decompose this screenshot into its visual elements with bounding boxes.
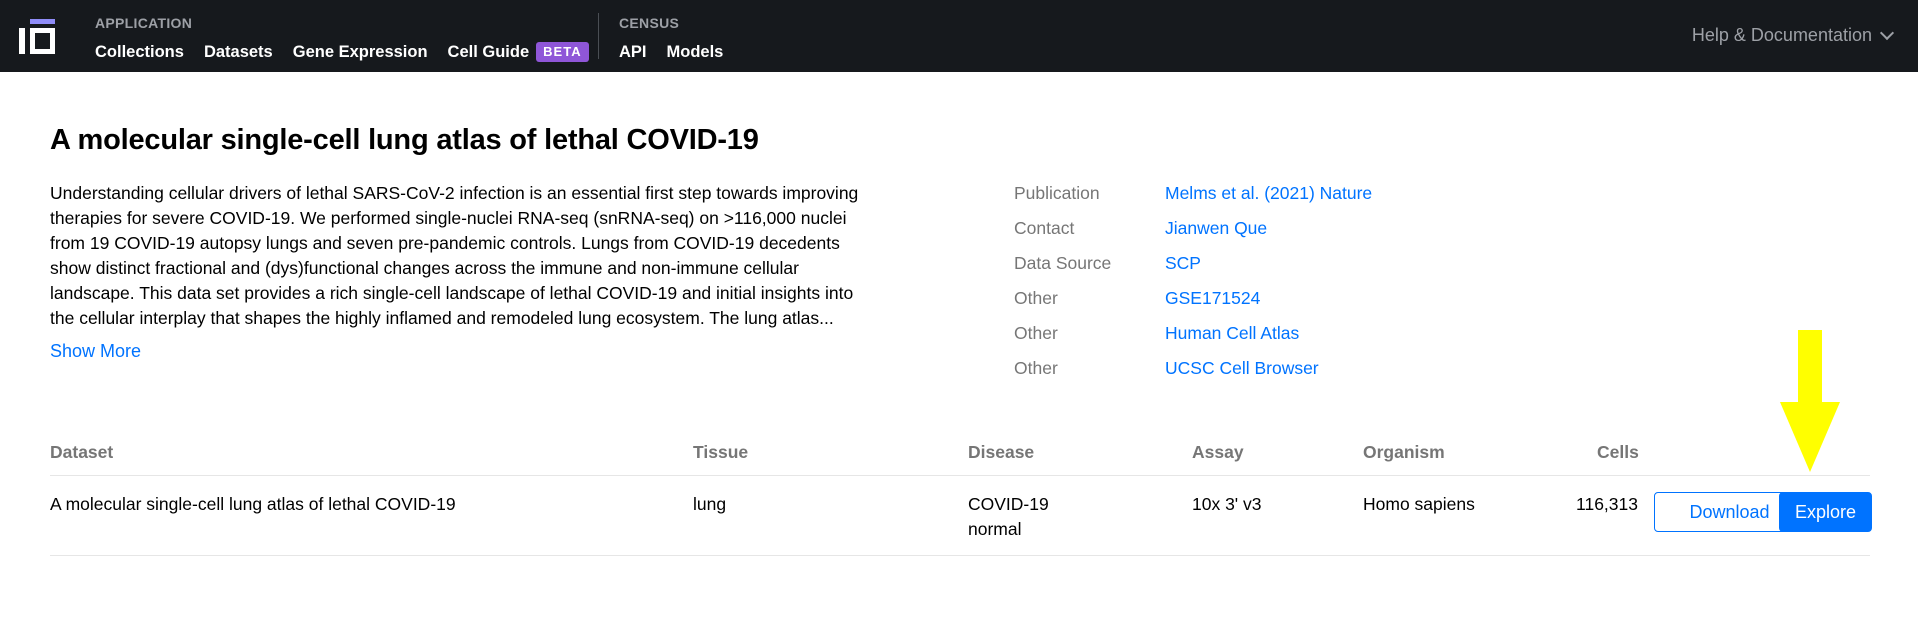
nav-divider: [598, 13, 599, 59]
description-line: from 19 COVID-19 autopsy lungs and seven…: [50, 233, 840, 253]
tissue-cell: lung: [693, 494, 727, 514]
assay-cell: 10x 3' v3: [1192, 494, 1262, 514]
table-row: A molecular single-cell lung atlas of le…: [50, 477, 1872, 556]
column-header-organism: Organism: [1363, 442, 1445, 462]
dataset-name: A molecular single-cell lung atlas of le…: [50, 494, 456, 514]
metadata-label: Contact: [1014, 218, 1075, 238]
nav-group-application: APPLICATION Collections Datasets Gene Ex…: [95, 14, 609, 63]
metadata-row-other: Other Human Cell Atlas: [1014, 321, 1372, 356]
nav-group-census: CENSUS API Models: [619, 14, 743, 63]
disease-value: normal: [968, 519, 1022, 539]
datasets-table-header: Dataset Tissue Disease Assay Organism Ce…: [50, 440, 1870, 476]
help-documentation-label: Help & Documentation: [1691, 25, 1872, 45]
column-header-cells: Cells: [1597, 442, 1639, 462]
description-line: show distinct fractional and (dys)functi…: [50, 258, 799, 278]
column-header-assay: Assay: [1192, 442, 1244, 462]
nav-group-label-census: CENSUS: [619, 15, 680, 31]
annotation-arrow-icon: [1780, 330, 1840, 472]
nav-link-cell-guide[interactable]: Cell Guide BETA: [448, 41, 589, 63]
collection-metadata: Publication Melms et al. (2021) Nature C…: [1014, 181, 1372, 391]
logo-bar-left: [19, 28, 25, 54]
nav-link-cell-guide-label: Cell Guide: [447, 43, 530, 61]
other-link-hca[interactable]: Human Cell Atlas: [1165, 321, 1299, 356]
explore-button[interactable]: Explore: [1779, 492, 1872, 532]
metadata-row-contact: Contact Jianwen Que: [1014, 216, 1372, 251]
cells-count: 116,313: [1576, 494, 1638, 514]
help-documentation-dropdown[interactable]: Help & Documentation: [1691, 25, 1895, 46]
data-source-link[interactable]: SCP: [1165, 251, 1201, 286]
nav-link-gene-expression[interactable]: Gene Expression: [293, 41, 428, 63]
beta-badge: BETA: [536, 42, 589, 62]
nav-link-collections[interactable]: Collections: [95, 41, 184, 63]
nav-group-label-application: APPLICATION: [95, 15, 193, 31]
nav-link-datasets[interactable]: Datasets: [204, 41, 273, 63]
metadata-label: Other: [1014, 288, 1058, 308]
description-line: Understanding cellular drivers of lethal…: [50, 183, 859, 203]
arrow-shaft: [1798, 330, 1822, 402]
cellxgene-logo-icon[interactable]: [19, 19, 55, 55]
column-header-dataset: Dataset: [50, 442, 114, 462]
description-line: therapies for severe COVID-19. We perfor…: [50, 208, 847, 228]
collection-description: Understanding cellular drivers of lethal…: [50, 181, 930, 331]
show-more-link[interactable]: Show More: [50, 341, 141, 362]
metadata-row-publication: Publication Melms et al. (2021) Nature: [1014, 181, 1372, 216]
metadata-label: Other: [1014, 323, 1058, 343]
collection-title: A molecular single-cell lung atlas of le…: [50, 124, 759, 156]
metadata-label: Data Source: [1014, 253, 1112, 273]
metadata-row-other: Other UCSC Cell Browser: [1014, 356, 1372, 391]
disease-cell: COVID-19 normal: [968, 492, 1049, 542]
other-link-ucsc[interactable]: UCSC Cell Browser: [1165, 356, 1319, 391]
column-header-disease: Disease: [968, 442, 1035, 462]
disease-value: COVID-19: [968, 494, 1049, 514]
description-line: the cellular interplay that shapes the h…: [50, 308, 834, 328]
other-link-geo[interactable]: GSE171524: [1165, 286, 1260, 321]
metadata-row-data-source: Data Source SCP: [1014, 251, 1372, 286]
nav-link-models[interactable]: Models: [667, 41, 724, 63]
chevron-down-icon: [1879, 25, 1895, 40]
organism-cell: Homo sapiens: [1363, 494, 1475, 514]
publication-link[interactable]: Melms et al. (2021) Nature: [1165, 181, 1372, 216]
logo-bar-top: [30, 19, 55, 24]
column-header-tissue: Tissue: [693, 442, 749, 462]
metadata-label: Other: [1014, 358, 1058, 378]
arrow-head: [1780, 402, 1840, 472]
nav-link-api[interactable]: API: [619, 41, 647, 63]
description-line: landscape. This data set provides a rich…: [50, 283, 854, 303]
metadata-row-other: Other GSE171524: [1014, 286, 1372, 321]
contact-link[interactable]: Jianwen Que: [1165, 216, 1267, 251]
top-navbar: APPLICATION Collections Datasets Gene Ex…: [0, 0, 1918, 72]
metadata-label: Publication: [1014, 183, 1100, 203]
logo-box: [30, 28, 55, 54]
